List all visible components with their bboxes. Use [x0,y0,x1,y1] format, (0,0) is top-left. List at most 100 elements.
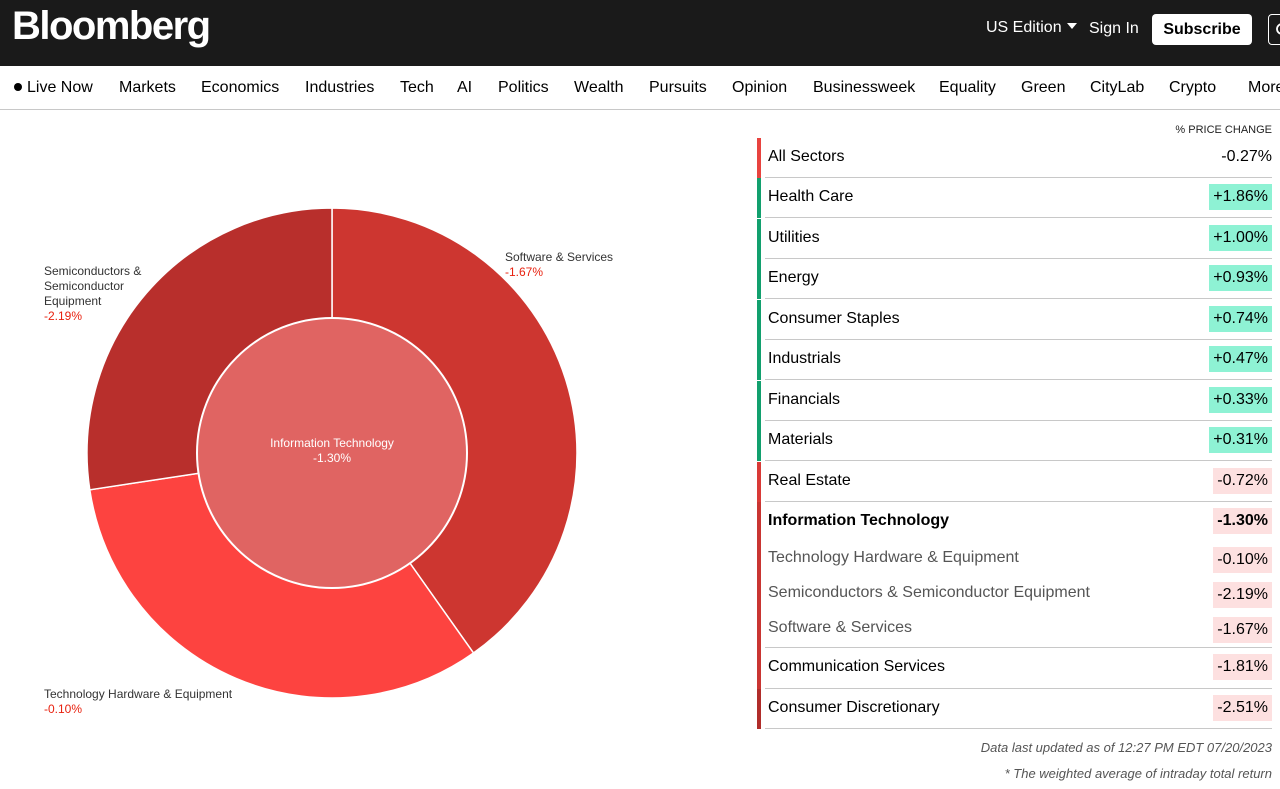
nav-item-label: Tech [400,79,434,96]
slice-label-semiconductors: Semiconductors & Semiconductor Equipment… [44,264,159,324]
sector-row-consumer-discretionary[interactable]: Consumer Discretionary -2.51% [757,689,1272,729]
sector-name: Energy [768,269,819,286]
nav-item-pursuits[interactable]: Pursuits [649,79,707,97]
live-dot-icon [14,82,22,91]
sector-row-financials[interactable]: Financials +0.33% [757,381,1272,421]
center-label-name: Information Technology [270,436,394,450]
slice-label-hardware-value: -0.10% [44,702,83,716]
nav-item-live-now[interactable]: Live Now [14,79,93,97]
sector-row-consumer-staples[interactable]: Consumer Staples +0.74% [757,300,1272,340]
sector-name: Materials [768,431,833,448]
sector-change-value: -0.27% [1221,148,1272,165]
sector-name: Financials [768,391,841,408]
sector-change-value: -2.51% [1213,695,1272,721]
search-icon [1276,23,1280,35]
row-separator [765,460,1272,461]
sector-name: Health Care [768,188,854,205]
sector-change-value: +0.31% [1209,427,1272,453]
slice-label-hardware: Technology Hardware & Equipment -0.10% [44,687,232,717]
sign-in-link[interactable]: Sign In [1089,20,1139,38]
price-change-header: % PRICE CHANGE [1175,124,1272,136]
sector-row-semiconductors-semiconductor-equipment[interactable]: Semiconductors & Semiconductor Equipment… [757,578,1272,613]
nav-item-markets[interactable]: Markets [119,79,176,97]
sector-row-utilities[interactable]: Utilities +1.00% [757,219,1272,259]
sector-row-communication-services[interactable]: Communication Services -1.81% [757,648,1272,689]
sector-change-value: -0.72% [1213,468,1272,494]
sector-row-energy[interactable]: Energy +0.93% [757,259,1272,299]
sector-name: Consumer Discretionary [768,699,940,716]
sector-color-bar [757,300,761,340]
sector-name: All Sectors [768,148,845,165]
slice-label-hardware-name: Technology Hardware & Equipment [44,687,233,701]
sector-change-value: +1.00% [1209,225,1272,251]
sector-color-bar [757,381,761,421]
search-button[interactable] [1268,14,1280,45]
sector-row-technology-hardware-equipment[interactable]: Technology Hardware & Equipment -0.10% [757,543,1272,578]
sector-name: Communication Services [768,658,945,675]
sector-name: Software & Services [768,619,913,636]
sector-row-real-estate[interactable]: Real Estate -0.72% [757,462,1272,502]
sector-row-industrials[interactable]: Industrials +0.47% [757,340,1272,380]
caret-down-icon [1066,22,1077,29]
nav-item-label: Equality [939,79,996,96]
sector-color-bar [757,578,761,613]
nav-item-citylab[interactable]: CityLab [1090,79,1144,97]
subscribe-button[interactable]: Subscribe [1152,14,1252,45]
sector-name: Semiconductors & Semiconductor Equipment [768,584,1090,601]
sector-color-bar [757,138,761,178]
nav-item-more[interactable]: More [1248,79,1280,97]
nav-item-label: Crypto [1169,79,1217,96]
sector-row-all-sectors[interactable]: All Sectors -0.27% [757,138,1272,178]
nav-item-politics[interactable]: Politics [498,79,549,97]
nav-item-label: Economics [201,79,280,96]
nav-item-crypto[interactable]: Crypto [1169,79,1216,97]
sector-change-value: -1.30% [1213,508,1272,534]
sector-name: Information Technology [768,512,950,529]
nav-item-industries[interactable]: Industries [305,79,374,97]
nav-item-label: Live Now [27,79,93,96]
bloomberg-logo[interactable]: Bloomberg [12,4,211,49]
nav-item-economics[interactable]: Economics [201,79,279,97]
sector-row-information-technology[interactable]: Information Technology -1.30% [757,502,1272,543]
sector-row-materials[interactable]: Materials +0.31% [757,421,1272,461]
sector-name: Industrials [768,350,841,367]
sector-row-software-services[interactable]: Software & Services -1.67% [757,613,1272,648]
last-updated-text: Data last updated as of 12:27 PM EDT 07/… [980,740,1272,755]
sector-color-bar [757,259,761,299]
nav-item-green[interactable]: Green [1021,79,1065,97]
nav-item-equality[interactable]: Equality [939,79,996,97]
nav-item-label: More [1248,79,1280,96]
edition-dropdown[interactable]: US Edition [986,19,1077,37]
nav-item-label: AI [457,79,473,96]
row-separator [765,728,1272,729]
sector-color-bar [757,543,761,578]
nav-item-wealth[interactable]: Wealth [574,79,624,97]
nav-item-label: Businessweek [813,79,916,96]
nav-item-businessweek[interactable]: Businessweek [813,79,915,97]
sector-change-value: -1.81% [1213,654,1272,680]
nav-item-tech[interactable]: Tech [400,79,434,97]
row-separator [765,379,1272,380]
nav-item-label: Green [1021,79,1066,96]
sector-color-bar [757,219,761,259]
nav-item-label: Pursuits [649,79,707,96]
top-bar: Bloomberg US Edition Sign In Subscribe [0,0,1280,66]
nav-item-opinion[interactable]: Opinion [732,79,787,97]
sector-change-value: -0.10% [1213,547,1272,573]
row-separator [765,217,1272,218]
sector-change-value: +0.33% [1209,387,1272,413]
weighted-average-note: * The weighted average of intraday total… [1004,766,1272,781]
sector-color-bar [757,178,761,218]
slice-label-software-name: Software & Services [505,250,614,264]
sector-row-health-care[interactable]: Health Care +1.86% [757,178,1272,218]
slice-label-software: Software & Services -1.67% [505,250,613,280]
row-separator [765,298,1272,299]
main-nav: Live Now Markets Economics Industries Tech AI… [0,66,1280,110]
sector-color-bar [757,421,761,461]
sector-color-bar [757,613,761,648]
edition-label: US Edition [986,19,1062,36]
sector-name: Real Estate [768,472,851,489]
sector-color-bar [757,340,761,380]
nav-item-label: Industries [305,79,375,96]
nav-item-ai[interactable]: AI [457,79,472,97]
